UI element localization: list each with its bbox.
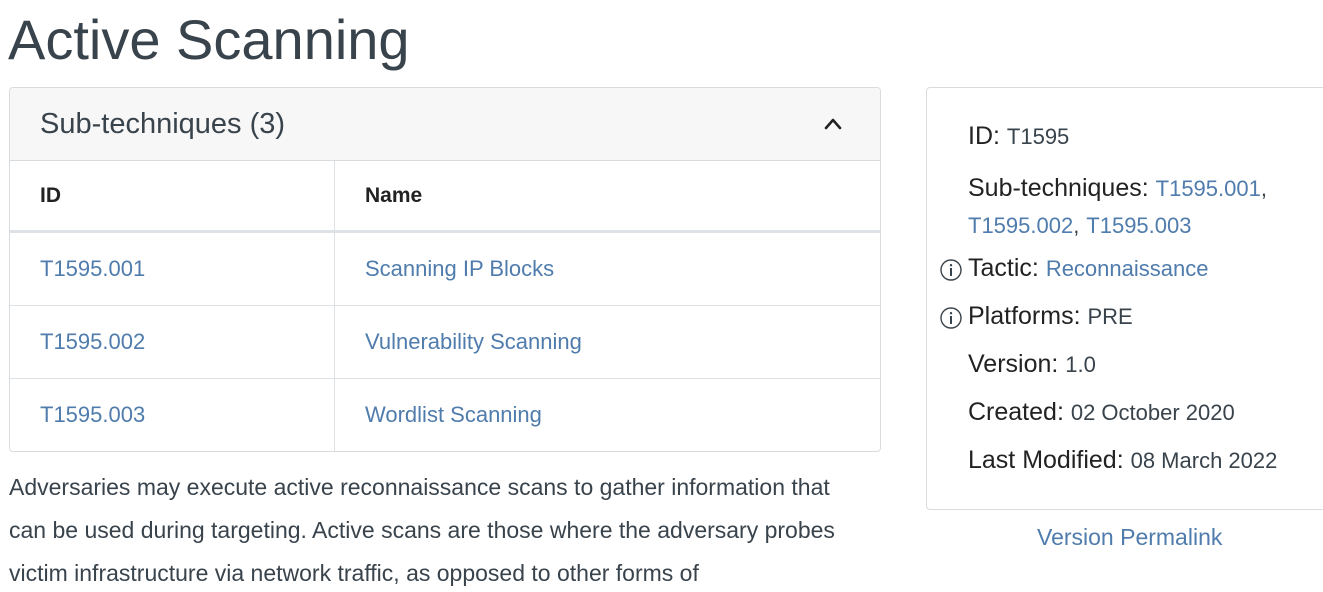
table-cell-id: T1595.001 bbox=[10, 231, 335, 306]
table-row: T1595.002 Vulnerability Scanning bbox=[10, 305, 880, 379]
info-subtechnique-link[interactable]: T1595.002 bbox=[968, 213, 1073, 238]
column-header-name: Name bbox=[334, 161, 880, 233]
info-circle-icon[interactable] bbox=[939, 306, 963, 330]
subtechnique-name-link[interactable]: Wordlist Scanning bbox=[365, 402, 542, 427]
info-modified-row: Last Modified: 08 March 2022 bbox=[968, 446, 1277, 475]
subtechnique-id-link[interactable]: T1595.003 bbox=[40, 402, 145, 427]
description-line: can be used during targeting. Active sca… bbox=[9, 517, 835, 543]
subtechniques-table: ID Name T1595.001 Scanning IP Blocks T15… bbox=[10, 161, 880, 451]
table-cell-id: T1595.002 bbox=[10, 305, 335, 379]
info-id-row: ID: T1595 bbox=[968, 122, 1069, 151]
info-subtechnique-link[interactable]: T1595.001 bbox=[1156, 176, 1261, 201]
subtechniques-toggle[interactable]: Sub-techniques (3) bbox=[10, 88, 880, 161]
info-id-value: T1595 bbox=[1006, 124, 1070, 149]
info-tactic-row: Tactic: Reconnaissance bbox=[968, 254, 1208, 283]
page-title: Active Scanning bbox=[8, 8, 410, 71]
info-platforms-value: PRE bbox=[1087, 304, 1133, 329]
info-platforms-label: Platforms: bbox=[968, 302, 1081, 330]
technique-description: Adversaries may execute active reconnais… bbox=[9, 466, 879, 592]
page: Active Scanning Sub-techniques (3) ID Na… bbox=[0, 0, 1323, 592]
info-modified-label: Last Modified: bbox=[968, 446, 1124, 474]
info-version-row: Version: 1.0 bbox=[968, 350, 1096, 379]
table-header-row: ID Name bbox=[10, 161, 880, 233]
info-subtechniques-label: Sub-techniques: bbox=[968, 174, 1149, 202]
info-version-label: Version: bbox=[968, 350, 1059, 378]
description-line: Adversaries may execute active reconnais… bbox=[9, 474, 830, 500]
column-header-id: ID bbox=[10, 161, 335, 233]
technique-info-card: ID: T1595 Sub-techniques: T1595.001, T15… bbox=[926, 87, 1323, 510]
table-row: T1595.003 Wordlist Scanning bbox=[10, 378, 881, 452]
chevron-up-icon[interactable] bbox=[823, 114, 843, 134]
info-created-label: Created: bbox=[968, 398, 1064, 426]
info-separator: , bbox=[1073, 213, 1080, 238]
info-separator: , bbox=[1260, 176, 1267, 201]
info-tactic-link[interactable]: Reconnaissance bbox=[1046, 256, 1209, 281]
table-row: T1595.001 Scanning IP Blocks bbox=[10, 231, 880, 306]
version-permalink-link[interactable]: Version Permalink bbox=[1037, 524, 1222, 551]
info-id-label: ID: bbox=[968, 122, 1000, 150]
table-cell-id: T1595.003 bbox=[10, 378, 335, 451]
info-subtechniques-row: Sub-techniques: T1595.001, T1595.002, T1… bbox=[968, 170, 1267, 244]
info-modified-value: 08 March 2022 bbox=[1130, 448, 1278, 473]
subtechnique-id-link[interactable]: T1595.001 bbox=[40, 256, 145, 281]
info-platforms-row: Platforms: PRE bbox=[968, 302, 1133, 331]
subtechniques-header-label: Sub-techniques (3) bbox=[40, 108, 286, 140]
subtechnique-id-link[interactable]: T1595.002 bbox=[40, 329, 145, 354]
subtechniques-card: Sub-techniques (3) ID Name T1595.001 Sca… bbox=[9, 87, 881, 452]
table-cell-name: Scanning IP Blocks bbox=[334, 231, 880, 306]
description-line: victim infrastructure via network traffi… bbox=[9, 560, 699, 586]
table-cell-name: Vulnerability Scanning bbox=[334, 305, 880, 379]
subtechnique-name-link[interactable]: Scanning IP Blocks bbox=[365, 256, 554, 281]
info-subtechnique-link[interactable]: T1595.003 bbox=[1086, 213, 1191, 238]
info-created-row: Created: 02 October 2020 bbox=[968, 398, 1235, 427]
info-created-value: 02 October 2020 bbox=[1070, 400, 1235, 425]
info-tactic-label: Tactic: bbox=[968, 254, 1039, 282]
table-cell-name: Wordlist Scanning bbox=[335, 379, 881, 452]
info-version-value: 1.0 bbox=[1065, 352, 1096, 377]
info-circle-icon[interactable] bbox=[939, 258, 963, 282]
subtechnique-name-link[interactable]: Vulnerability Scanning bbox=[365, 329, 582, 354]
